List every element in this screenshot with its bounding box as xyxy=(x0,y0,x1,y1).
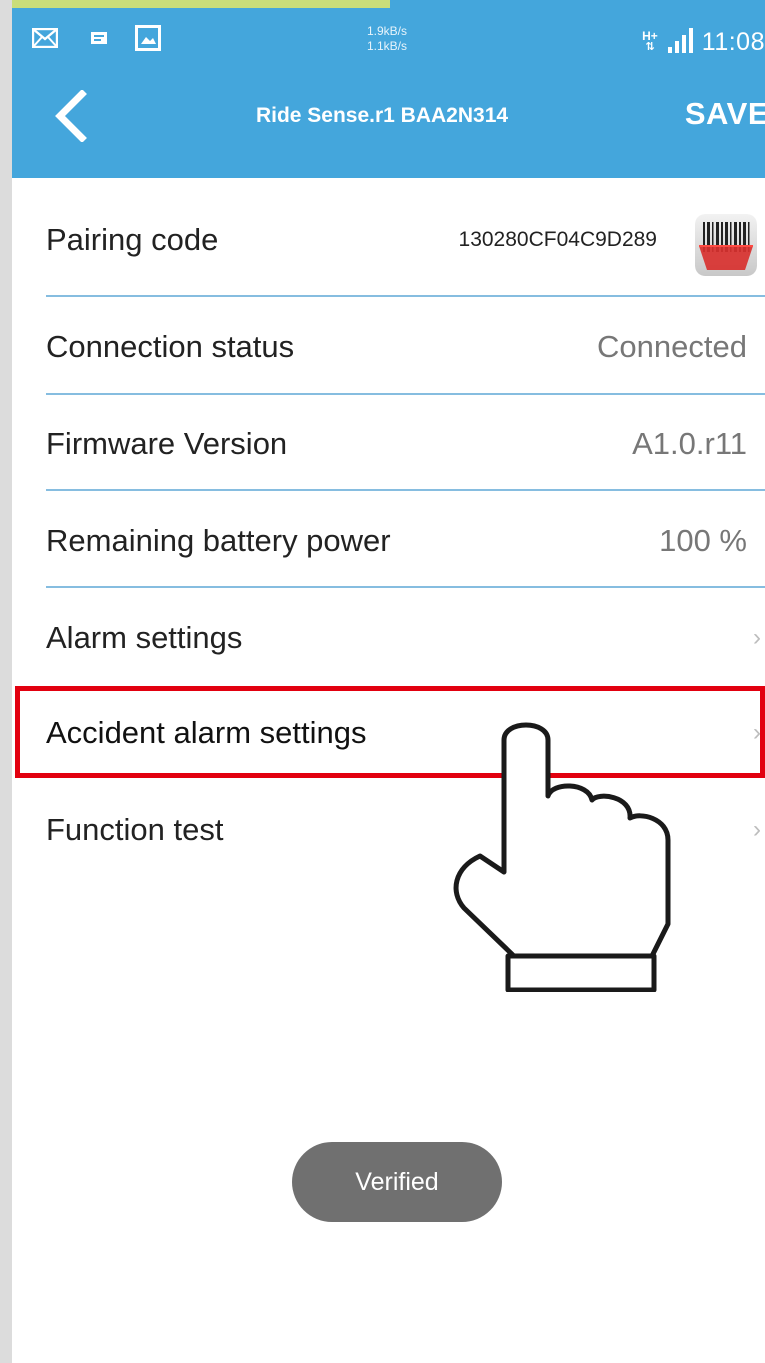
network-speed: 1.9kB/s 1.1kB/s xyxy=(367,24,447,54)
firmware-version-row: Firmware Version A1.0.r11 xyxy=(12,396,765,492)
connection-status-value: Connected xyxy=(597,329,747,364)
firmware-version-value: A1.0.r11 xyxy=(632,426,747,461)
image-icon xyxy=(135,25,161,56)
save-button[interactable]: SAVE xyxy=(685,96,765,132)
signal-icon xyxy=(666,27,694,58)
divider xyxy=(46,393,765,395)
divider xyxy=(46,295,765,297)
app-screen: 1.9kB/s 1.1kB/s H+ ⇅ 11:08 Ride Sense.r1… xyxy=(12,0,765,1363)
network-download-speed: 1.1kB/s xyxy=(367,39,408,53)
barcode-scan-button[interactable] xyxy=(695,214,757,276)
message-icon xyxy=(90,31,108,50)
pairing-code-row: Pairing code 130280CF04C9D289 xyxy=(12,192,765,288)
firmware-version-label: Firmware Version xyxy=(46,426,288,461)
pointing-hand-icon xyxy=(436,712,676,997)
battery-value: 100 % xyxy=(659,523,747,558)
battery-label: Remaining battery power xyxy=(46,523,391,558)
toolbar: Ride Sense.r1 BAA2N314 SAVE xyxy=(12,68,765,178)
divider xyxy=(46,586,765,588)
pairing-code-value: 130280CF04C9D289 xyxy=(458,228,657,251)
battery-row: Remaining battery power 100 % xyxy=(12,493,765,589)
pairing-code-label: Pairing code xyxy=(46,222,219,257)
divider xyxy=(46,489,765,491)
network-upload-speed: 1.9kB/s xyxy=(367,24,408,38)
download-progress-strip xyxy=(12,0,390,8)
status-clock: 11:08 xyxy=(701,27,765,56)
app-bar: 1.9kB/s 1.1kB/s H+ ⇅ 11:08 Ride Sense.r1… xyxy=(12,0,765,178)
chevron-left-icon xyxy=(50,88,90,147)
verified-toast: Verified xyxy=(292,1142,502,1222)
connection-status-label: Connection status xyxy=(46,329,295,364)
back-button[interactable] xyxy=(40,88,100,148)
function-test-label: Function test xyxy=(46,812,224,847)
page-title: Ride Sense.r1 BAA2N314 xyxy=(255,104,509,127)
chevron-right-icon: › xyxy=(753,624,761,651)
alarm-settings-row[interactable]: Alarm settings › xyxy=(12,590,765,686)
status-right-group: H+ ⇅ 11:08 xyxy=(642,22,765,62)
network-type-indicator: H+ ⇅ xyxy=(642,29,658,53)
mail-icon xyxy=(31,27,59,53)
connection-status-row: Connection status Connected xyxy=(12,299,765,395)
alarm-settings-label: Alarm settings xyxy=(46,620,243,655)
chevron-right-icon: › xyxy=(753,816,761,843)
barcode-scan-icon xyxy=(695,214,757,276)
status-bar: 1.9kB/s 1.1kB/s H+ ⇅ 11:08 xyxy=(12,8,765,68)
